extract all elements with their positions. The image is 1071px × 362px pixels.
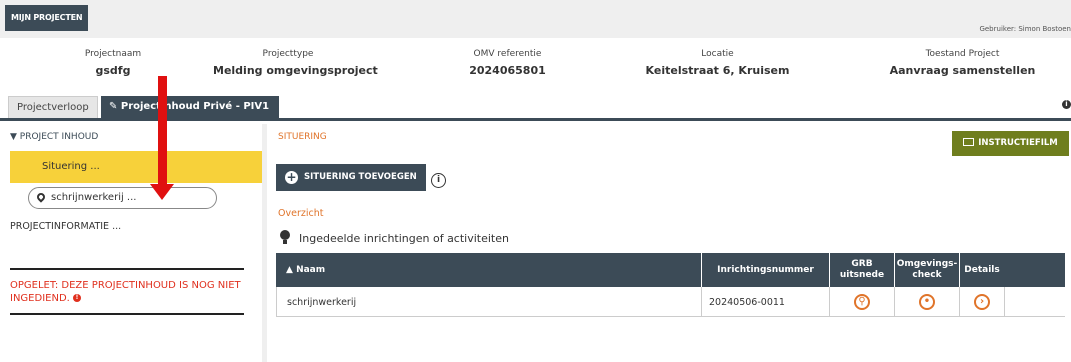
chevron-right-icon[interactable]: › [974, 294, 990, 310]
info-label: Locatie [701, 49, 734, 59]
user-label: Gebruiker: Simon Bostoen [979, 25, 1071, 33]
sidebar-item-projectinformatie[interactable]: PROJECTINFORMATIE ... [10, 221, 121, 232]
lightbulb-icon [280, 230, 290, 244]
top-bar: MIJN PROJECTEN Gebruiker: Simon Bostoen [0, 0, 1071, 38]
column-header-naam[interactable]: ▲ Naam [276, 253, 701, 287]
alert-icon: ! [73, 294, 82, 302]
cell-naam: schrijnwerkerij [277, 287, 702, 317]
tab-projectverloop[interactable]: Projectverloop [8, 96, 98, 118]
table-header: ▲ Naam Inrichtingsnummer GRB uitsnede Om… [276, 253, 1065, 287]
column-label: Naam [296, 264, 326, 275]
tab-label: Projectinhoud Privé - PIV1 [120, 101, 270, 112]
map-pin-icon [35, 191, 47, 203]
warning-message: OPGELET: DEZE PROJECTINHOUD IS NOG NIET … [10, 268, 244, 315]
info-toestand-project: Toestand Project Aanvraag samenstellen [875, 49, 1050, 77]
location-pin-icon[interactable]: • [919, 294, 935, 310]
warning-text: OPGELET: DEZE PROJECTINHOUD IS NOG NIET … [10, 280, 241, 304]
overzicht-label: Overzicht [278, 208, 324, 219]
sidebar-item-schrijnwerkerij[interactable]: schrijnwerkerij ... [28, 187, 217, 209]
situering-toevoegen-button[interactable]: + SITUERING TOEVOEGEN [276, 164, 426, 191]
info-label: Projecttype [262, 49, 314, 59]
section-title: SITUERING [278, 132, 327, 142]
info-label: OMV referentie [473, 49, 542, 59]
sidebar-heading-label: PROJECT INHOUD [19, 132, 99, 142]
info-label: Projectnaam [84, 49, 142, 59]
pencil-icon: ✎ [109, 101, 121, 112]
column-header-details: Details [959, 253, 1004, 287]
caret-down-icon: ▼ [10, 132, 20, 142]
info-projecttype: Projecttype Melding omgevingsproject [213, 49, 378, 77]
cell-grb: ⚲ [830, 287, 895, 317]
info-omv-referentie: OMV referentie 2024065801 [440, 49, 575, 77]
sort-up-icon: ▲ [286, 264, 297, 275]
sidebar-item-situering[interactable]: Situering ... [10, 151, 262, 183]
help-info-icon[interactable]: i [431, 173, 446, 188]
column-header-inrichtingsnummer: Inrichtingsnummer [701, 253, 829, 287]
info-value: Aanvraag samenstellen [889, 64, 1036, 77]
main-panel: SITUERING INSTRUCTIEFILM + SITUERING TOE… [267, 124, 1071, 362]
info-projectnaam: Projectnaam gsdfg [48, 49, 178, 77]
cell-inrichtingsnummer: 20240506-0011 [702, 287, 830, 317]
magnify-icon[interactable]: ⚲ [854, 294, 870, 310]
annotation-arrow-head [150, 184, 174, 200]
info-icon[interactable]: i [1062, 100, 1071, 109]
sidebar: ▼ PROJECT INHOUD Situering ... schrijnwe… [0, 124, 262, 362]
tab-projectinhoud[interactable]: ✎ Projectinhoud Privé - PIV1 [101, 96, 279, 118]
mijn-projecten-button[interactable]: MIJN PROJECTEN [5, 5, 89, 31]
annotation-arrow-shaft [158, 76, 167, 186]
instructiefilm-button[interactable]: INSTRUCTIEFILM [952, 131, 1069, 156]
instructiefilm-label: INSTRUCTIEFILM [978, 138, 1058, 148]
plus-icon: + [285, 170, 298, 184]
cell-details: › [960, 287, 1005, 317]
sidebar-heading[interactable]: ▼ PROJECT INHOUD [10, 132, 98, 142]
film-icon [963, 137, 975, 146]
activities-title: Ingedeelde inrichtingen of activiteiten [299, 232, 509, 245]
pill-label: schrijnwerkerij ... [51, 192, 137, 203]
info-locatie: Locatie Keitelstraat 6, Kruisem [630, 49, 805, 77]
cell-omgevingscheck: • [895, 287, 960, 317]
table-row: schrijnwerkerij 20240506-0011 ⚲ • › [276, 287, 1065, 317]
info-value: Keitelstraat 6, Kruisem [645, 64, 790, 77]
info-value: 2024065801 [469, 64, 546, 77]
info-value: Melding omgevingsproject [213, 64, 378, 77]
situering-toevoegen-label: SITUERING TOEVOEGEN [304, 172, 417, 182]
info-label: Toestand Project [925, 49, 1000, 59]
column-header-omgevingscheck: Omgevings-check [894, 253, 959, 287]
column-header-grb: GRB uitsnede [829, 253, 894, 287]
